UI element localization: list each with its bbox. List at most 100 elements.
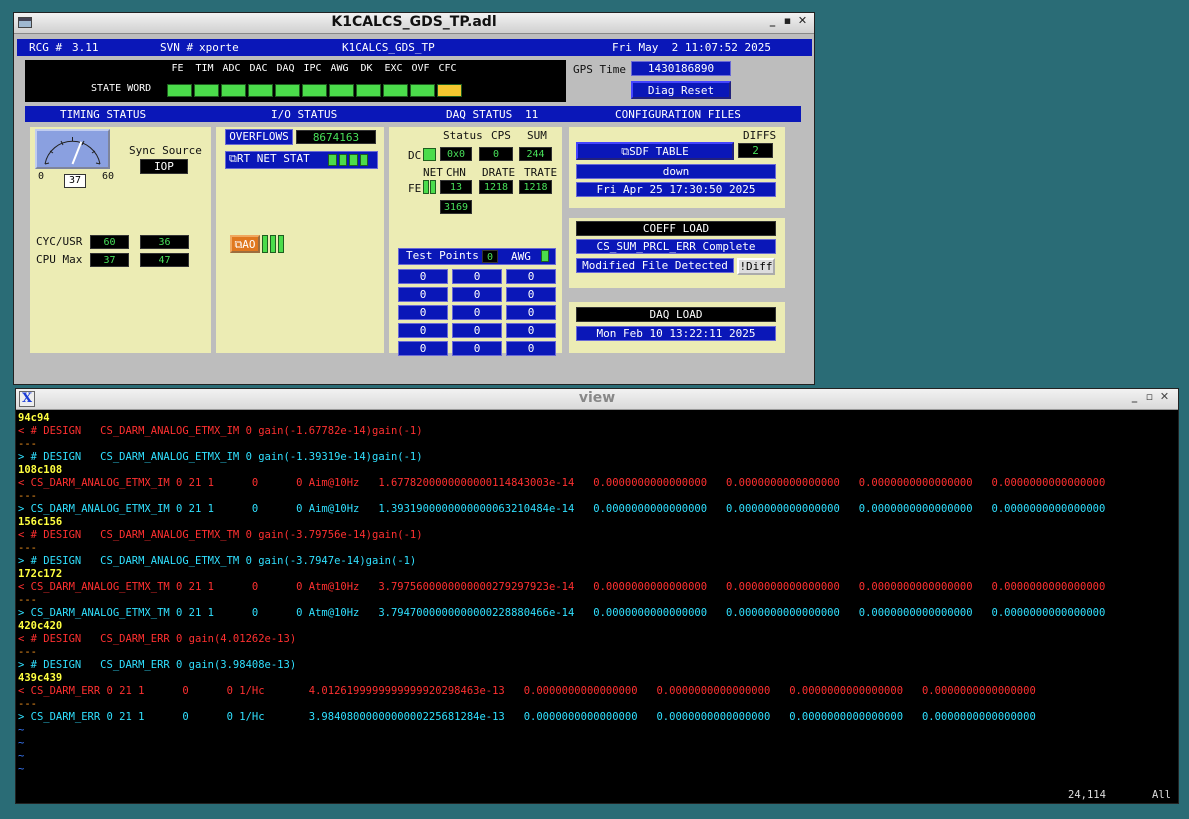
- terminal-line: ~: [18, 737, 1178, 750]
- diag-reset-button[interactable]: Diag Reset: [631, 81, 731, 99]
- net-led: [423, 180, 429, 194]
- test-point-cell: 0: [398, 305, 448, 320]
- close-icon[interactable]: ✕: [795, 14, 810, 27]
- config-files-heading: CONFIGURATION FILES: [615, 108, 741, 121]
- terminal-line-text: 420c420: [18, 620, 63, 632]
- terminal-line: 172c172: [18, 568, 1178, 581]
- state-word-bit-label: ADC: [222, 63, 241, 74]
- state-word-bit-label: FE: [171, 63, 184, 74]
- ao-led: [270, 235, 276, 253]
- state-word-led-dk: [356, 84, 381, 97]
- terminal-line: ~: [18, 763, 1178, 776]
- medm-titlebar[interactable]: K1CALCS_GDS_TP.adl _ ▪ ✕: [14, 13, 814, 34]
- medm-window: K1CALCS_GDS_TP.adl _ ▪ ✕ RCG # 3.11 SVN # …: [13, 12, 815, 385]
- state-word-led-tim: [194, 84, 219, 97]
- rcg-value: 3.11: [72, 41, 99, 54]
- cyc-usr-label: CYC/USR: [36, 235, 83, 248]
- terminal-line-text: ---: [18, 438, 37, 450]
- terminal-window[interactable]: X view _ ▫ ✕ 94c94 < # DESIGN CS_DARM_ANALO…: [15, 388, 1179, 804]
- terminal-titlebar[interactable]: X view _ ▫ ✕: [16, 389, 1178, 410]
- dc-led: [423, 148, 436, 161]
- svn-label: SVN #: [160, 41, 194, 54]
- terminal-line: > # DESIGN CS_DARM_ANALOG_ETMX_IM 0 gain…: [18, 451, 1178, 464]
- terminal-line: 420c420: [18, 620, 1178, 633]
- state-word-bit-label: EXC: [384, 63, 403, 74]
- daq-load-label: DAQ LOAD: [576, 307, 776, 322]
- terminal-line: ~: [18, 724, 1178, 737]
- terminal-line: > CS_DARM_ERR 0 21 1 0 0 1/Hc 3.98408000…: [18, 711, 1178, 724]
- scroll-position: All: [1152, 789, 1171, 801]
- state-word-bit-label: OVF: [411, 63, 430, 74]
- terminal-line-text: > # DESIGN CS_DARM_ERR 0 gain(3.98408e-1…: [18, 659, 297, 671]
- coeff-panel: COEFF LOAD CS_SUM_PRCL_ERR Complete Modi…: [569, 218, 785, 288]
- terminal-line-text: ---: [18, 646, 37, 658]
- terminal-line: < # DESIGN CS_DARM_ANALOG_ETMX_IM 0 gain…: [18, 425, 1178, 438]
- daq-load-date: Mon Feb 10 13:22:11 2025: [576, 326, 776, 341]
- terminal-line: 108c108: [18, 464, 1178, 477]
- terminal-title: view: [578, 390, 616, 406]
- terminal-line-text: < CS_DARM_ERR 0 21 1 0 0 1/Hc 4.01261999…: [18, 685, 1036, 697]
- net-leds: [423, 180, 436, 194]
- terminal-line: < CS_DARM_ANALOG_ETMX_TM 0 21 1 0 0 Atm@…: [18, 581, 1178, 594]
- rt-net-led: [328, 154, 337, 166]
- awg-led: [541, 250, 549, 262]
- awg-label: AWG: [511, 250, 531, 263]
- sync-source-label: Sync Source: [129, 144, 202, 157]
- rt-net-stat-leds: [328, 154, 368, 166]
- sdf-date: Fri Apr 25 17:30:50 2025: [576, 182, 776, 197]
- terminal-line-text: ~: [18, 750, 25, 762]
- test-points-value: 0: [482, 250, 498, 263]
- diff-button[interactable]: !Diff: [737, 258, 775, 275]
- terminal-line: ---: [18, 438, 1178, 451]
- drate-value: 1218: [479, 180, 513, 194]
- test-point-cell: 0: [452, 305, 502, 320]
- cyc-value-1: 60: [90, 235, 129, 249]
- terminal-line: < CS_DARM_ERR 0 21 1 0 0 1/Hc 4.01261999…: [18, 685, 1178, 698]
- close-icon[interactable]: ✕: [1157, 390, 1172, 403]
- sdf-table-button[interactable]: ⧉SDF TABLE: [576, 142, 734, 160]
- state-word-bit-label: DK: [360, 63, 373, 74]
- related-display-icon: ⧉: [229, 152, 237, 165]
- terminal-text-area[interactable]: 94c94 < # DESIGN CS_DARM_ANALOG_ETMX_IM 0…: [18, 412, 1178, 776]
- chn-col-label: CHN: [446, 166, 466, 179]
- sdf-table-label: SDF TABLE: [629, 145, 689, 158]
- model-name: K1CALCS_GDS_TP: [342, 41, 435, 54]
- daq-cps-col-label: CPS: [491, 129, 511, 142]
- rt-net-led: [359, 154, 368, 166]
- ao-button[interactable]: ⧉AO: [230, 235, 260, 253]
- state-word-bit-label: CFC: [438, 63, 457, 74]
- state-word-led-adc: [221, 84, 246, 97]
- io-panel: OVERFLOWS 8674163 ⧉RT NET STAT ⧉AO: [216, 127, 384, 353]
- terminal-line-text: ~: [18, 724, 25, 736]
- terminal-line: ~: [18, 750, 1178, 763]
- terminal-line: ---: [18, 698, 1178, 711]
- terminal-line-text: < # DESIGN CS_DARM_ANALOG_ETMX_TM 0 gain…: [18, 529, 423, 541]
- terminal-line-text: > CS_DARM_ANALOG_ETMX_TM 0 21 1 0 0 Atm@…: [18, 607, 1106, 619]
- state-word-led-awg: [329, 84, 354, 97]
- trate-value: 1218: [519, 180, 552, 194]
- terminal-line-text: 94c94: [18, 412, 50, 424]
- chn-value: 13: [440, 180, 472, 194]
- state-word-bit-label: DAC: [249, 63, 268, 74]
- maximize-icon[interactable]: ▫: [1142, 390, 1157, 403]
- state-word-led-ipc: [302, 84, 327, 97]
- terminal-line: 94c94: [18, 412, 1178, 425]
- dc-label: DC: [408, 149, 422, 162]
- minimize-icon[interactable]: _: [1127, 390, 1142, 403]
- cpu-max-value-2: 47: [140, 253, 189, 267]
- gauge-max: 60: [102, 171, 115, 182]
- gauge-dial: [44, 137, 101, 165]
- svn-value: xporte: [199, 41, 239, 54]
- maximize-icon[interactable]: ▪: [780, 14, 795, 27]
- minimize-icon[interactable]: _: [765, 14, 780, 27]
- terminal-line-text: > # DESIGN CS_DARM_ANALOG_ETMX_IM 0 gain…: [18, 451, 423, 463]
- sync-source-value: IOP: [140, 159, 188, 174]
- terminal-line: 439c439: [18, 672, 1178, 685]
- terminal-line: 156c156: [18, 516, 1178, 529]
- state-word-led-daq: [275, 84, 300, 97]
- cpu-gauge: [35, 129, 110, 169]
- daq-status-heading: DAQ STATUS: [446, 108, 513, 121]
- terminal-line-text: ---: [18, 594, 37, 606]
- ao-label: AO: [242, 238, 256, 251]
- test-point-cell: 0: [452, 269, 502, 284]
